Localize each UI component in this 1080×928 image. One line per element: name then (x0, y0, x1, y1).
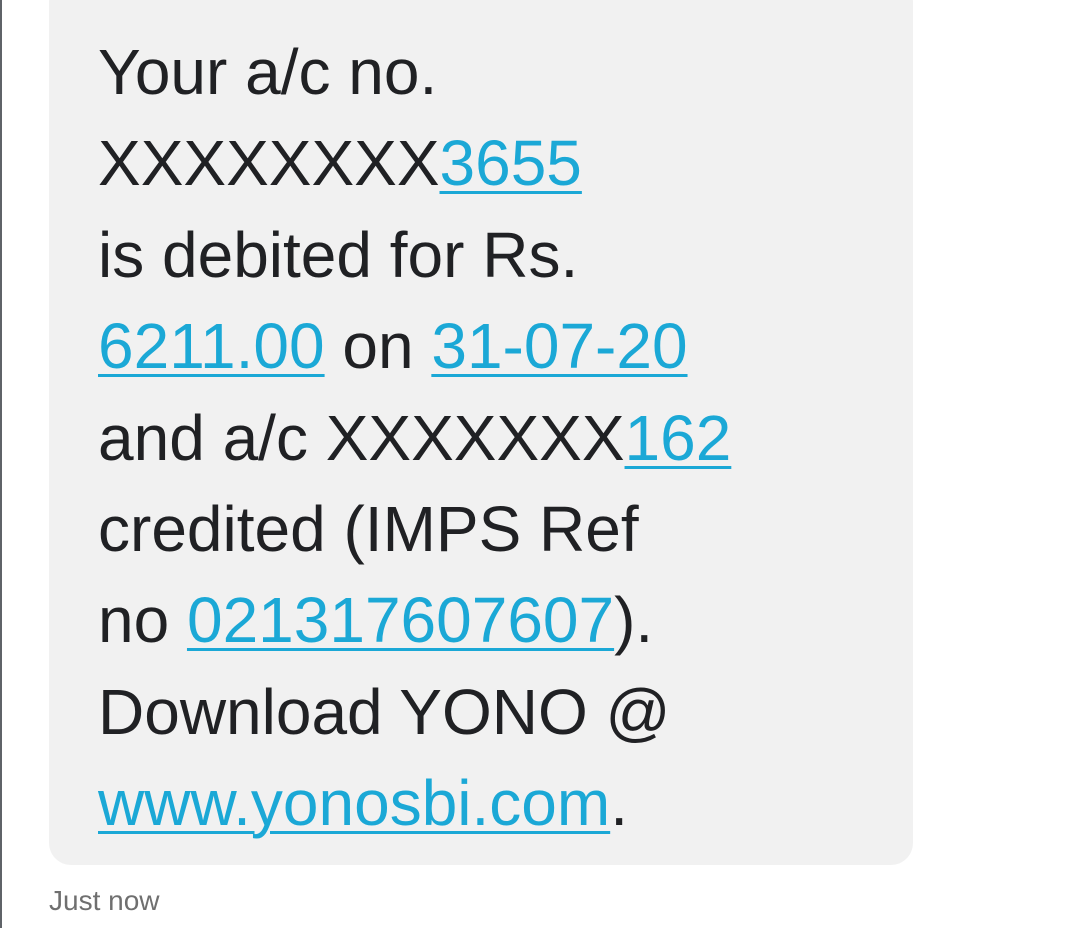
message-line-1: Your a/c no. (98, 27, 878, 118)
message-line-3: is debited for Rs. (98, 210, 878, 301)
message-text-segment: XXXXXXXX (98, 127, 440, 200)
message-line-4: 6211.00 on 31-07-20 (98, 301, 878, 392)
website-link[interactable]: www.yonosbi.com (98, 767, 610, 839)
message-text-segment: ). (614, 584, 654, 657)
screen-edge-divider (0, 0, 2, 928)
message-line-5: and a/c XXXXXXX162 (98, 393, 878, 484)
message-text-segment: is debited for Rs. (98, 218, 579, 291)
message-text-segment: on (324, 310, 432, 383)
message-text-segment: Your a/c no. (98, 36, 438, 108)
message-line-6: credited (IMPS Ref (98, 484, 878, 575)
account-number-link[interactable]: 3655 (440, 127, 582, 199)
message-text: Your a/c no. XXXXXXXX3655 is debited for… (98, 27, 878, 850)
message-thread-screen: Your a/c no. XXXXXXXX3655 is debited for… (0, 0, 1080, 928)
imps-reference-link[interactable]: 021317607607 (187, 584, 614, 656)
message-text-segment: credited (IMPS Ref (98, 492, 639, 565)
message-text-segment: and a/c XXXXXXX (98, 401, 625, 474)
credited-account-link[interactable]: 162 (625, 402, 732, 474)
message-line-2: XXXXXXXX3655 (98, 118, 878, 209)
message-text-segment: Download YONO @ (98, 675, 671, 748)
message-line-8: Download YONO @ (98, 667, 878, 758)
message-text-segment: no (98, 584, 187, 657)
message-text-segment: . (610, 767, 628, 840)
date-link[interactable]: 31-07-20 (431, 310, 687, 382)
message-line-9: www.yonosbi.com. (98, 758, 878, 849)
amount-link[interactable]: 6211.00 (98, 310, 325, 382)
message-timestamp: Just now (49, 885, 160, 916)
message-line-7: no 021317607607). (98, 575, 878, 666)
